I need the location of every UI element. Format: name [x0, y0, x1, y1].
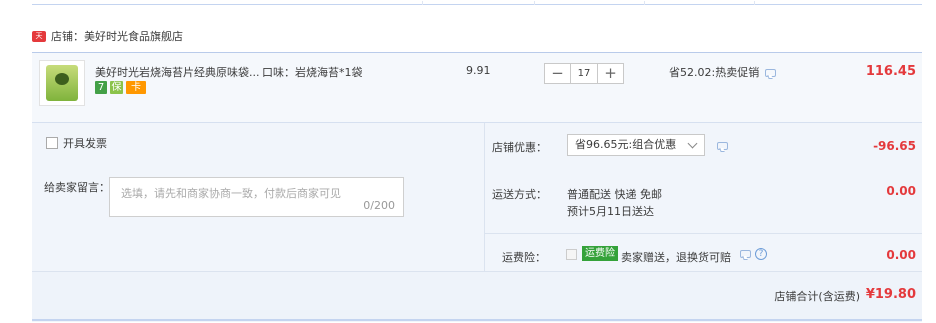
column-tick	[644, 1, 645, 5]
quantity-increase-button[interactable]: +	[598, 64, 623, 83]
quantity-input[interactable]: 17	[570, 64, 598, 83]
help-question-icon[interactable]: ?	[755, 248, 767, 260]
item-promo-text: 省52.02:热卖促销	[669, 66, 760, 79]
seven-day-return-icon[interactable]: 7	[95, 81, 107, 94]
shop-label: 店铺：	[51, 30, 84, 43]
seller-message-label: 给卖家留言：	[44, 181, 110, 194]
column-tick	[754, 1, 755, 5]
shop-total-bar: 店铺合计(含运费) ¥19.80	[32, 271, 922, 319]
shop-header: 天 店铺： 美好时光食品旗舰店	[32, 26, 183, 46]
credit-card-icon[interactable]: 卡	[126, 81, 146, 94]
shop-discount-selected: 省96.65元:组合优惠	[575, 138, 677, 151]
shop-discount-select[interactable]: 省96.65元:组合优惠	[567, 134, 705, 156]
bottom-divider	[32, 319, 922, 321]
product-title-link[interactable]: 美好时光岩烧海苔片经典原味袋...	[95, 64, 260, 80]
item-promo: 省52.02:热卖促销	[669, 64, 777, 80]
quantity-stepper: − 17 +	[544, 63, 624, 84]
product-sku: 口味：岩烧海苔*1袋	[262, 66, 363, 79]
shipping-method: 普通配送 快递 免邮	[567, 188, 662, 201]
chat-bubble-icon[interactable]	[740, 250, 751, 258]
seller-message-counter: 0/200	[363, 199, 395, 212]
insurance-checkbox	[566, 249, 577, 260]
quantity-decrease-button[interactable]: −	[545, 64, 570, 83]
invoice-option[interactable]: 开具发票	[46, 135, 107, 151]
unit-price: 9.91	[466, 64, 491, 77]
order-options-left: 开具发票 给卖家留言： 选填，请先和商家协商一致，付款后商家可见 0/200	[32, 123, 484, 273]
product-package-image	[46, 65, 78, 101]
product-thumbnail[interactable]	[39, 60, 85, 106]
cart-item-row: 美好时光岩烧海苔片经典原味袋... 口味：岩烧海苔*1袋 7 保 卡 9.91 …	[32, 52, 922, 122]
item-subtotal: 116.45	[865, 64, 916, 79]
shipping-label: 运送方式：	[492, 188, 547, 201]
chat-bubble-icon[interactable]	[717, 142, 728, 150]
column-tick	[422, 1, 423, 5]
shop-name-link[interactable]: 美好时光食品旗舰店	[84, 28, 183, 44]
seller-message-textarea[interactable]: 选填，请先和商家协商一致，付款后商家可见 0/200	[109, 177, 404, 217]
column-tick	[534, 1, 535, 5]
seller-message-placeholder: 选填，请先和商家协商一致，付款后商家可见	[121, 187, 341, 200]
chevron-down-icon	[687, 138, 698, 149]
insurance-row: 运费险： 运费险 卖家赠送，退换货可赔 ? 0.00	[484, 234, 922, 271]
shop-total-label: 店铺合计(含运费)	[774, 290, 860, 303]
invoice-checkbox[interactable]	[46, 137, 58, 149]
guarantee-icon[interactable]: 保	[110, 81, 123, 94]
invoice-label: 开具发票	[63, 137, 107, 150]
shop-discount-amount: -96.65	[873, 139, 916, 153]
shop-tmall-icon: 天	[32, 30, 46, 42]
insurance-amount: 0.00	[886, 248, 916, 262]
shipping-amount: 0.00	[886, 184, 916, 198]
shop-discount-label: 店铺优惠：	[492, 141, 547, 154]
shop-total-amount: ¥19.80	[865, 287, 916, 302]
chat-bubble-icon[interactable]	[765, 69, 777, 77]
shipping-eta: 预计5月11日送达	[567, 205, 654, 218]
insurance-tag: 运费险	[582, 246, 618, 261]
service-badges: 7 保 卡	[95, 81, 146, 94]
top-divider	[32, 1, 922, 5]
insurance-desc: 卖家赠送，退换货可赔	[621, 251, 731, 264]
insurance-label: 运费险：	[502, 251, 546, 264]
